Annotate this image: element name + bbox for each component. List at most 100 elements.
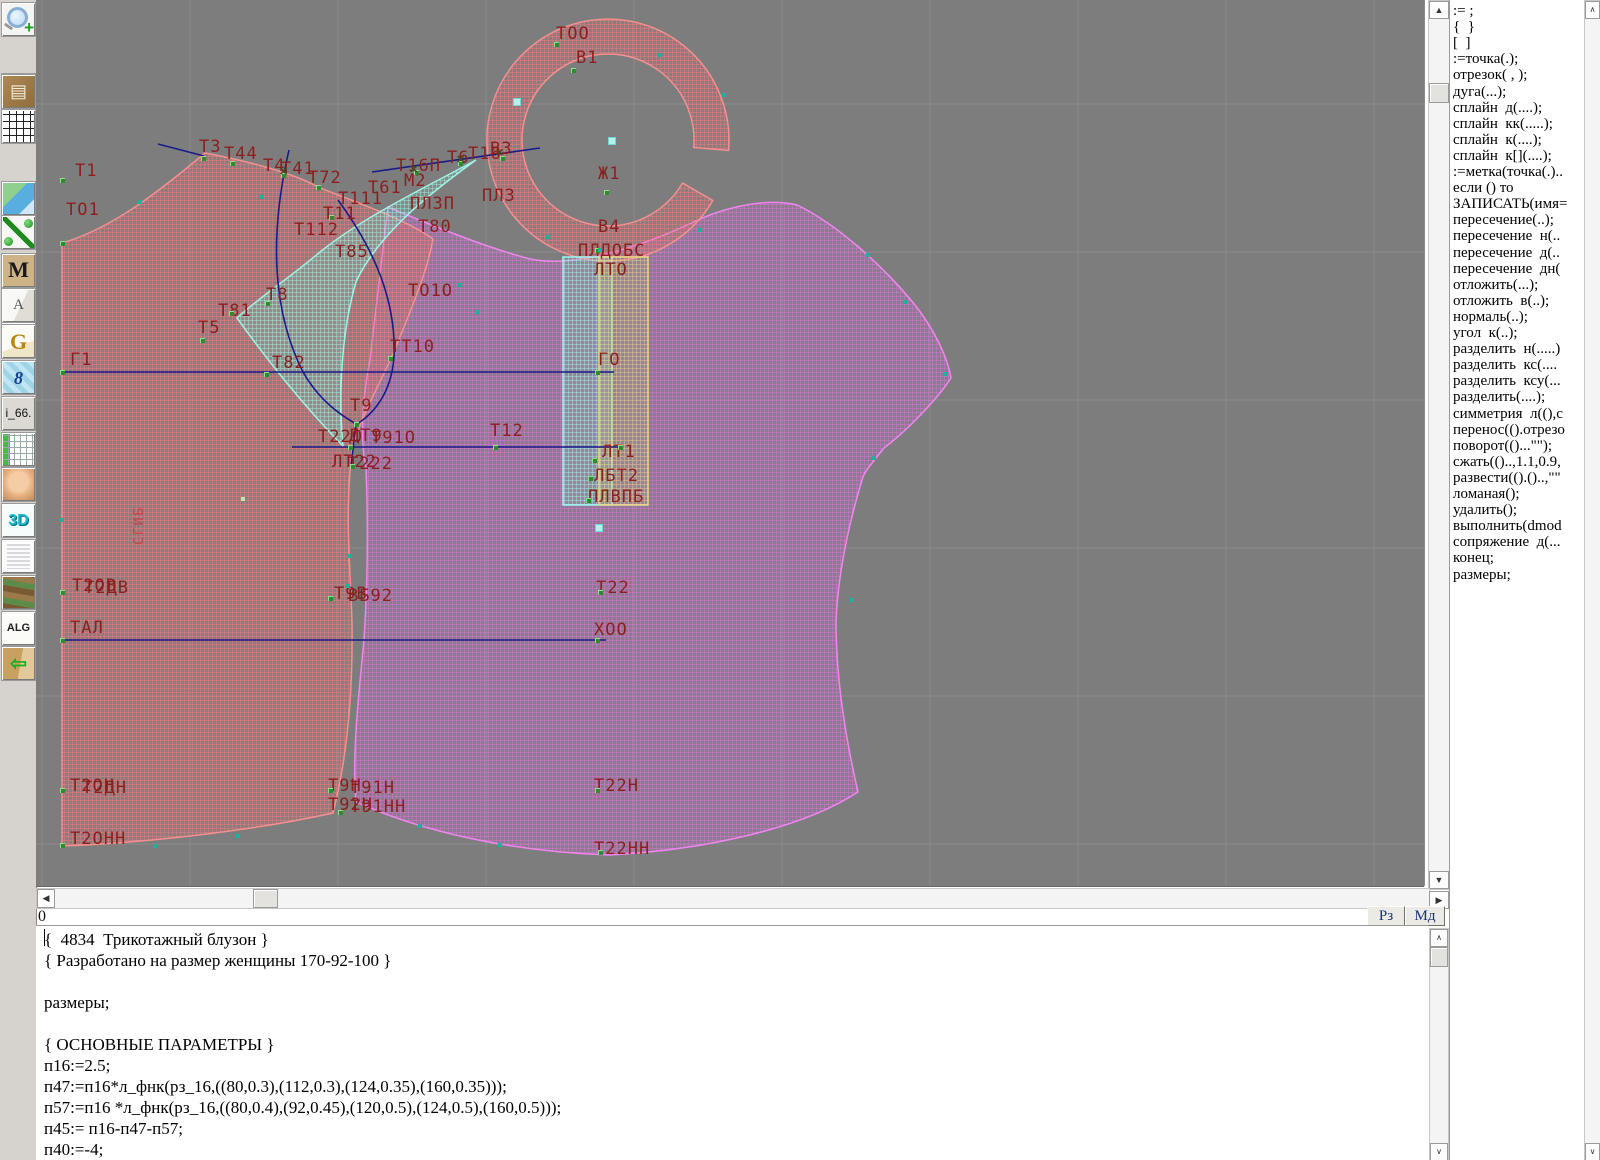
- command-item[interactable]: дуга(...);: [1453, 85, 1506, 100]
- point-marker[interactable]: [338, 810, 343, 815]
- point-marker[interactable]: [586, 498, 591, 503]
- command-item[interactable]: отложить(...);: [1453, 278, 1538, 293]
- point-marker[interactable]: [201, 156, 206, 161]
- command-item[interactable]: разделить(....);: [1453, 390, 1545, 405]
- command-item[interactable]: разделить н(.....): [1453, 342, 1560, 357]
- point-marker[interactable]: [354, 422, 359, 427]
- command-item[interactable]: сплайн к(....);: [1453, 133, 1542, 148]
- command-item[interactable]: ЗАПИСАТЬ(имя=: [1453, 197, 1567, 212]
- point-marker[interactable]: [604, 190, 609, 195]
- zoom-in-icon[interactable]: +: [1, 2, 36, 37]
- code-editor[interactable]: { 4834 Трикотажный блузон }{ Разработано…: [36, 925, 1428, 1160]
- view-pattern-icon[interactable]: ▤: [1, 74, 36, 109]
- command-item[interactable]: развести(().()..,"": [1453, 471, 1561, 486]
- command-item[interactable]: размеры;: [1453, 568, 1511, 583]
- canvas-hscroll-thumb[interactable]: [253, 889, 278, 908]
- canvas-vscrollbar[interactable]: [1428, 0, 1450, 890]
- command-item[interactable]: сплайн д(....);: [1453, 101, 1542, 116]
- command-item[interactable]: если () то: [1453, 181, 1514, 196]
- command-item[interactable]: отрезок( , );: [1453, 68, 1527, 83]
- point-marker[interactable]: [598, 590, 603, 595]
- drawing-canvas[interactable]: ТООВ1Т16В3Т6Т16ПМ2Т61ПЛЗЖ1В4ПЛДОБСЛТОТ1Т…: [36, 0, 1424, 887]
- alg-icon[interactable]: ALG: [1, 611, 36, 646]
- command-item[interactable]: :=точка(.);: [1453, 52, 1518, 67]
- command-item[interactable]: отложить в(..);: [1453, 294, 1549, 309]
- canvas-scroll-left-button[interactable]: ◀: [37, 889, 55, 908]
- point-marker[interactable]: [329, 215, 334, 220]
- yellow-strip-piece[interactable]: [599, 257, 648, 505]
- panel-scroll-up-button[interactable]: ∧: [1585, 1, 1600, 19]
- point-marker[interactable]: [588, 476, 593, 481]
- point-marker[interactable]: [60, 370, 65, 375]
- panel-vscrollbar[interactable]: [1584, 0, 1600, 1160]
- point-marker[interactable]: [595, 370, 600, 375]
- command-item[interactable]: сопряжение д(...: [1453, 535, 1561, 550]
- books-icon[interactable]: [1, 575, 36, 610]
- point-marker[interactable]: [229, 311, 234, 316]
- code-scroll-up-button[interactable]: ∧: [1430, 929, 1448, 947]
- point-marker[interactable]: [592, 458, 597, 463]
- map-icon[interactable]: [1, 181, 36, 216]
- command-item[interactable]: пересечение н(..: [1453, 229, 1560, 244]
- command-item[interactable]: угол к(..);: [1453, 326, 1518, 341]
- canvas-scroll-up-button[interactable]: ▲: [1429, 1, 1449, 19]
- point-marker[interactable]: [328, 596, 333, 601]
- command-item[interactable]: разделить ксу(...: [1453, 374, 1561, 389]
- point-marker[interactable]: [388, 356, 393, 361]
- canvas-vscroll-thumb[interactable]: [1429, 83, 1449, 103]
- portrait-icon[interactable]: [1, 467, 36, 502]
- point-marker[interactable]: [60, 590, 65, 595]
- drafting-tools-icon[interactable]: A: [1, 288, 36, 323]
- ruler-8-icon[interactable]: 8: [1, 360, 36, 395]
- point-marker[interactable]: [328, 788, 333, 793]
- point-marker[interactable]: [493, 445, 498, 450]
- point-marker[interactable]: [348, 445, 353, 450]
- point-marker[interactable]: [60, 178, 65, 183]
- command-item[interactable]: удалить();: [1453, 503, 1517, 518]
- back-pattern-piece[interactable]: [355, 202, 951, 855]
- point-marker[interactable]: [571, 68, 576, 73]
- code-vscroll-thumb[interactable]: [1430, 947, 1448, 967]
- command-item[interactable]: конец;: [1453, 551, 1494, 566]
- command-item[interactable]: пересечение дн(: [1453, 262, 1560, 277]
- document-list-icon[interactable]: [1, 539, 36, 574]
- command-item[interactable]: выполнить(dmod: [1453, 519, 1562, 534]
- point-marker[interactable]: [598, 850, 603, 855]
- grid-icon[interactable]: [1, 109, 36, 144]
- point-marker[interactable]: [350, 464, 355, 469]
- point-marker[interactable]: [316, 185, 321, 190]
- command-item[interactable]: пересечение д(..: [1453, 246, 1560, 261]
- command-item[interactable]: сжать(()..,1.1,0.9,: [1453, 455, 1561, 470]
- pattern-m-icon[interactable]: M: [1, 253, 36, 288]
- point-marker[interactable]: [264, 372, 269, 377]
- command-item[interactable]: сплайн кк(.....);: [1453, 117, 1553, 132]
- rz-button[interactable]: Рз: [1367, 906, 1405, 926]
- point-marker[interactable]: [200, 338, 205, 343]
- point-marker[interactable]: [554, 42, 559, 47]
- 3d-icon[interactable]: 3D: [1, 503, 36, 538]
- table-chart-icon[interactable]: [1, 432, 36, 467]
- command-item[interactable]: нормаль(..);: [1453, 310, 1528, 325]
- canvas-scroll-down-button[interactable]: ▼: [1429, 871, 1449, 889]
- command-item[interactable]: разделить кс(....: [1453, 358, 1557, 373]
- exit-book-icon[interactable]: ⇦: [1, 646, 36, 681]
- point-marker[interactable]: [60, 241, 65, 246]
- command-item[interactable]: ломаная();: [1453, 487, 1520, 502]
- command-item[interactable]: :=метка(точка(.)..: [1453, 165, 1563, 180]
- md-button[interactable]: Мд: [1405, 906, 1445, 926]
- point-marker[interactable]: [60, 638, 65, 643]
- point-marker[interactable]: [265, 301, 270, 306]
- canvas-hscrollbar[interactable]: [36, 888, 1430, 909]
- command-item[interactable]: перенос(().отрезо: [1453, 423, 1565, 438]
- point-marker[interactable]: [230, 161, 235, 166]
- command-item[interactable]: поворот(()..."");: [1453, 439, 1552, 454]
- command-item[interactable]: пересечение(..);: [1453, 213, 1554, 228]
- command-item[interactable]: [ ]: [1453, 36, 1471, 51]
- point-marker[interactable]: [60, 788, 65, 793]
- g-sheet-icon[interactable]: G: [1, 324, 36, 359]
- command-item[interactable]: сплайн к[](....);: [1453, 149, 1552, 164]
- segment-tool-icon[interactable]: [1, 215, 36, 250]
- command-item[interactable]: симметрия л((),с: [1453, 407, 1563, 422]
- point-marker[interactable]: [595, 788, 600, 793]
- i66-label-button[interactable]: i_66.: [1, 396, 36, 431]
